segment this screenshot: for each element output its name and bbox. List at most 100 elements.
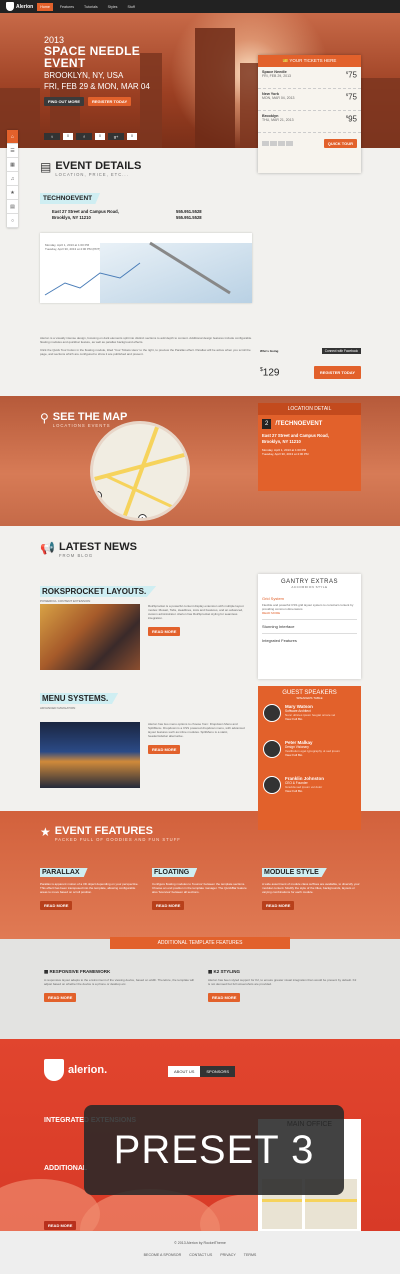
- list-icon[interactable]: ☰: [7, 144, 18, 158]
- section-subtitle: PACKED FULL OF GOODIES AND FUN STUFF: [54, 837, 181, 842]
- read-more-link[interactable]: READ MORE: [262, 611, 357, 615]
- nav-styles[interactable]: Styles: [105, 3, 121, 11]
- brand-name: Alerion: [16, 3, 34, 10]
- event-photo: Monday, April 1, 2013 at 1:00 PM Tuesday…: [40, 233, 252, 303]
- panel-heading: LOCATION DETAIL: [258, 403, 361, 415]
- brand-logo[interactable]: Alerion: [6, 2, 33, 11]
- gantry-extras-panel: GANTRY EXTRAS ACCORDION STYLE Grid Syste…: [258, 574, 361, 679]
- read-more-button[interactable]: READ MORE: [148, 627, 181, 636]
- full-bio-link[interactable]: View Full Bio: [285, 753, 340, 757]
- ticket-row[interactable]: Space Needle FRI, FEB 29, 2013 $75: [258, 67, 361, 89]
- location-number: 2: [262, 419, 272, 429]
- read-more-button[interactable]: READ MORE: [148, 745, 181, 754]
- feature-text: Parallax is apparent motion of a 3D obje…: [40, 882, 139, 894]
- section-banner: ADDITIONAL TEMPLATE FEATURES: [110, 937, 290, 949]
- section-title: EVENT DETAILS: [55, 160, 142, 172]
- accordion-item[interactable]: Integrated Features: [262, 633, 357, 643]
- accordion-item[interactable]: Grid System: [262, 596, 357, 601]
- speaker-card[interactable]: Franklin Johnston CEO & Founder Gravida …: [258, 772, 361, 808]
- footer-link[interactable]: TERMS: [244, 1253, 257, 1257]
- share-count: 0: [63, 133, 73, 140]
- building: [195, 28, 235, 148]
- avatar: [263, 776, 281, 794]
- share-count: 0: [95, 133, 105, 140]
- ticket-row[interactable]: New York MON, MAR 04, 2013 $75: [258, 89, 361, 111]
- map-view[interactable]: 3 1: [90, 421, 190, 521]
- find-out-more-button[interactable]: FIND OUT MORE: [44, 97, 84, 106]
- full-bio-link[interactable]: View Full Bio: [285, 717, 335, 721]
- home-icon[interactable]: ⌂: [7, 130, 18, 144]
- page: Alerion Home Features Tutorials Styles S…: [0, 0, 400, 1274]
- speaker-card[interactable]: Peter Malkay Design Visionary Vestibulum…: [258, 736, 361, 772]
- tab-sponsors[interactable]: SPONSORS: [200, 1066, 236, 1077]
- accordion-item[interactable]: Stunning Interface: [262, 619, 357, 629]
- ticket-price: $75: [345, 92, 357, 102]
- shield-icon: [6, 2, 14, 11]
- article-excerpt: RokSprocket is a powerful content displa…: [148, 604, 244, 620]
- star-icon[interactable]: ★: [7, 186, 18, 200]
- pages-icon[interactable]: ▤: [7, 200, 18, 214]
- hero-location: BROOKLYN, NY, USA: [44, 71, 124, 80]
- section-title: LATEST NEWS: [58, 541, 137, 553]
- nav-stuff[interactable]: Stuff: [124, 3, 137, 11]
- k2-icon: ▦: [208, 969, 213, 974]
- calendar-icon[interactable]: ▦: [7, 158, 18, 172]
- monitor-icon: ▩: [44, 969, 49, 974]
- footer-link[interactable]: PRIVACY: [220, 1253, 236, 1257]
- speaker-card[interactable]: Mary Watson Software Architect Nunc ultr…: [258, 700, 361, 736]
- event-price: $129: [260, 366, 280, 379]
- map-marker[interactable]: 1: [138, 514, 147, 518]
- twitter-icon[interactable]: t: [44, 133, 60, 140]
- gplus-icon[interactable]: g+: [108, 133, 124, 140]
- article-title[interactable]: MENU SYSTEMS.: [40, 693, 119, 704]
- article-title[interactable]: ROKSPROCKET LAYOUTS.: [40, 586, 157, 597]
- footer-logo[interactable]: alerion.: [44, 1059, 107, 1081]
- nav-home[interactable]: Home: [37, 2, 53, 11]
- calendar-icon: ▤: [40, 160, 52, 174]
- ticket-date: MON, MAR 04, 2013: [262, 96, 295, 100]
- feature-text: Configure floating modules to 'bounce' b…: [152, 882, 247, 894]
- connect-facebook-button[interactable]: Connect with Facebook: [321, 348, 361, 354]
- card-icon: [278, 141, 285, 146]
- read-more-button[interactable]: READ MORE: [208, 993, 241, 1002]
- read-more-button[interactable]: READ MORE: [44, 993, 77, 1002]
- event-description: Alerion is a visually intense design, fo…: [40, 336, 252, 344]
- event-features-section: ★ EVENT FEATURES PACKED FULL OF GOODIES …: [0, 811, 400, 939]
- brand-name: alerion.: [68, 1064, 108, 1076]
- footer-link[interactable]: BECOME A SPONSOR: [144, 1253, 182, 1257]
- article-image[interactable]: [40, 604, 140, 670]
- event-description: Click the Quick Tour button in the float…: [40, 348, 251, 356]
- register-button[interactable]: REGISTER TODAY: [313, 366, 361, 379]
- megaphone-icon: 📢: [40, 541, 55, 555]
- globe-icon[interactable]: ○: [7, 214, 18, 228]
- footer-link[interactable]: CONTACT US: [189, 1253, 212, 1257]
- nav-features[interactable]: Features: [57, 3, 77, 11]
- article-subtitle: ADVANCED NAVIGATION: [40, 706, 76, 710]
- article-image[interactable]: [40, 722, 140, 788]
- hero-text: 2013 SPACE NEEDLE EVENT BROOKLYN, NY, US…: [44, 35, 150, 106]
- read-more-button[interactable]: READ MORE: [262, 901, 295, 910]
- quick-tour-button[interactable]: QUICK TOUR: [323, 139, 357, 148]
- hero-dates: FRI, FEB 29 & MON, MAR 04: [44, 82, 150, 91]
- article-excerpt: Alerion has two menu options to choose f…: [148, 722, 245, 738]
- event-date: Tuesday, April 30, 2013 at 4:00 PM: [262, 452, 309, 456]
- read-more-button[interactable]: READ MORE: [44, 1221, 77, 1230]
- map-marker[interactable]: 3: [93, 491, 102, 500]
- register-today-button[interactable]: REGISTER TODAY: [88, 97, 132, 106]
- full-bio-link[interactable]: View Full Bio: [285, 789, 324, 793]
- tab-about-us[interactable]: ABOUT US: [168, 1066, 201, 1077]
- location-detail-panel: LOCATION DETAIL 2 /TECHNOEVENT East 27 S…: [258, 403, 361, 491]
- nav-tutorials[interactable]: Tutorials: [81, 3, 101, 11]
- side-toolbar: ⌂ ☰ ▦ ♫ ★ ▤ ○: [7, 130, 18, 228]
- section-title: EVENT FEATURES: [54, 825, 153, 837]
- card-icon: [262, 141, 269, 146]
- line-graph-drawing: [44, 241, 231, 296]
- read-more-button[interactable]: READ MORE: [152, 901, 185, 910]
- venue-name: /TECHNOEVENT: [275, 421, 323, 427]
- read-more-button[interactable]: READ MORE: [40, 901, 73, 910]
- facebook-icon[interactable]: f: [76, 133, 92, 140]
- card-icon: [270, 141, 277, 146]
- ticket-row[interactable]: Brooklyn THU, MAR 21, 2013 $95: [258, 111, 361, 133]
- registration-box: Who's Going Connect with Facebook $129 R…: [260, 348, 361, 388]
- megaphone-icon[interactable]: ♫: [7, 172, 18, 186]
